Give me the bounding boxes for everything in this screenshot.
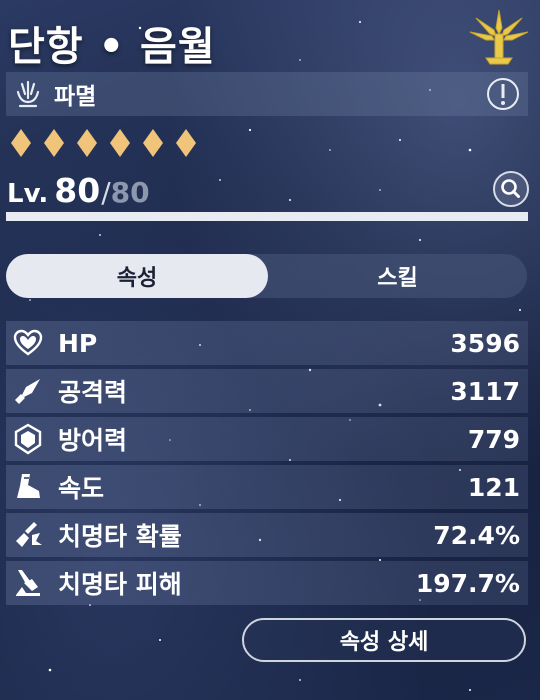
level-max: 80 [110, 176, 150, 209]
character-name: 단항 • 음월 [8, 24, 216, 70]
stat-row-speed: 속도 121 [6, 465, 528, 509]
level-progress-bar [6, 212, 528, 221]
heart-icon [13, 329, 43, 356]
tab-bar: 속성 스킬 [6, 254, 527, 298]
level-progress-fill [6, 212, 528, 221]
stat-label: HP [58, 328, 98, 358]
level-separator: / [101, 176, 111, 209]
tab-skills[interactable]: 스킬 [268, 254, 527, 298]
crit-damage-icon [16, 570, 40, 596]
magnifier-icon[interactable] [492, 170, 530, 208]
shield-icon [14, 423, 42, 455]
level-prefix: Lv. [7, 179, 49, 209]
crit-rate-icon [16, 522, 42, 547]
stat-value: 121 [467, 472, 520, 502]
stat-value: 197.7% [415, 568, 520, 598]
path-destruction-icon [16, 80, 40, 108]
stat-label: 공격력 [58, 378, 128, 407]
tab-attributes[interactable]: 속성 [6, 254, 268, 298]
info-icon[interactable] [486, 77, 520, 111]
path-label: 파멸 [54, 84, 97, 110]
stat-row-hp: HP 3596 [6, 321, 528, 365]
rarity-stars [10, 128, 197, 158]
rarity-diamond-icon [143, 129, 163, 157]
rarity-diamond-icon [110, 129, 130, 157]
stat-label: 속도 [58, 474, 105, 503]
level-display: Lv. 80 / 80 [7, 171, 150, 210]
stat-label: 치명타 확률 [58, 522, 182, 551]
rarity-diamond-icon [176, 129, 196, 157]
stat-row-defense: 방어력 779 [6, 417, 528, 461]
stat-row-crit-rate: 치명타 확률 72.4% [6, 513, 528, 557]
stat-value: 72.4% [433, 520, 520, 550]
sword-icon [15, 379, 40, 404]
level-current: 80 [54, 171, 101, 210]
rarity-diamond-icon [44, 129, 64, 157]
stat-value: 3117 [450, 376, 520, 406]
destruction-emblem-icon [469, 9, 529, 65]
stat-value: 3596 [450, 328, 520, 358]
stat-row-crit-damage: 치명타 피해 197.7% [6, 561, 528, 605]
stat-row-attack: 공격력 3117 [6, 369, 528, 413]
stat-label: 치명타 피해 [58, 570, 182, 599]
rarity-diamond-icon [77, 129, 97, 157]
attribute-details-button[interactable]: 속성 상세 [242, 618, 526, 662]
stats-list: HP 3596 공격력 3117 방어력 779 속도 121 치명타 확률 7… [6, 321, 528, 609]
rarity-diamond-icon [11, 129, 31, 157]
stat-value: 779 [467, 424, 520, 454]
stat-label: 방어력 [58, 426, 128, 455]
path-bar: 파멸 [6, 72, 528, 116]
boot-icon [17, 474, 40, 498]
